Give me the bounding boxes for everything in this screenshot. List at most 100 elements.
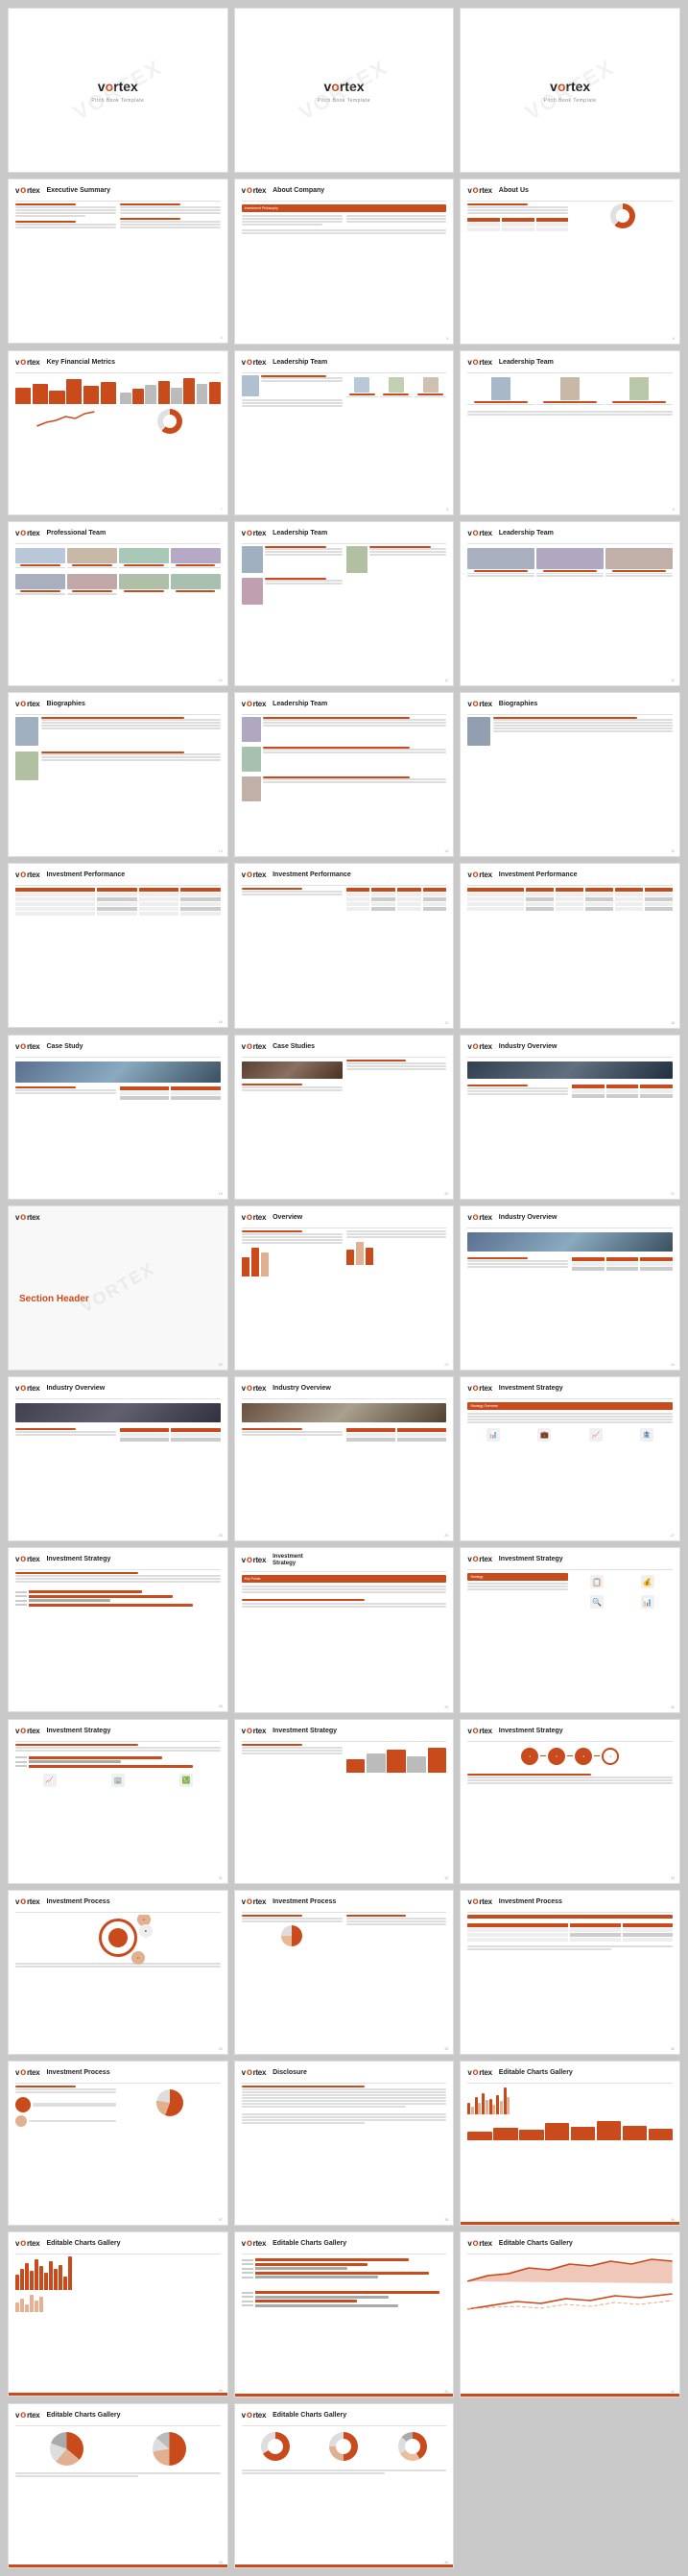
- title-11: Leadership Team: [273, 530, 327, 537]
- page-num-10: 10: [219, 679, 223, 682]
- gallery-container: VORTEX vortex Pitch Book Template VORTEX…: [0, 0, 688, 2576]
- page-num-18: 18: [671, 1021, 675, 1025]
- logo-30: vortex: [467, 1554, 491, 1564]
- page-num-16: 16: [219, 1020, 223, 1024]
- page-num-29: 29: [444, 1705, 448, 1709]
- logo-15: vortex: [467, 699, 491, 709]
- logo-40: vortex: [15, 2238, 39, 2249]
- page-num-22: 22: [219, 1363, 223, 1367]
- logo-28: vortex: [15, 1554, 39, 1564]
- page-num-13: 13: [219, 849, 223, 853]
- logo-18: vortex: [467, 870, 491, 880]
- cover-subtitle-2: Pitch Book Template: [318, 98, 370, 104]
- logo-8: vortex: [242, 357, 266, 368]
- title-5: About Company: [273, 187, 324, 194]
- slide-26: vortex Industry Overview 26: [234, 1376, 455, 1541]
- page-num-9: 9: [673, 508, 675, 512]
- slide-24: vortex Industry Overview 24: [460, 1205, 680, 1371]
- title-20: Case Studies: [273, 1043, 315, 1050]
- profile-grid-10: [15, 548, 221, 569]
- slide-33: vortex Investment Strategy 1 2 3 4 33: [460, 1719, 680, 1884]
- slide-25: vortex Industry Overview 25: [8, 1376, 228, 1541]
- page-num-21: 21: [671, 1192, 675, 1196]
- cover-logo-3: vortex: [550, 79, 590, 94]
- title-19: Case Study: [46, 1043, 83, 1050]
- logo-42: vortex: [467, 2238, 491, 2249]
- slide-43: vortex Editable Charts Gallery 43: [8, 2403, 228, 2568]
- title-32: Investment Strategy: [273, 1728, 337, 1734]
- slide-2: VORTEX vortex Pitch Book Template: [234, 8, 455, 173]
- page-num-12: 12: [671, 679, 675, 682]
- page-num-15: 15: [671, 849, 675, 853]
- page-num-33: 33: [671, 1876, 675, 1880]
- slide-44: vortex Editable Charts Gallery: [234, 2403, 455, 2568]
- icon-row-27: 📊 💼 📈 🏦: [467, 1428, 673, 1442]
- logo-39: vortex: [467, 2067, 491, 2078]
- process-circles-33: 1 2 3 4: [467, 1748, 673, 1765]
- slide-28: vortex Investment Strategy 28: [8, 1547, 228, 1712]
- slide-27: vortex Investment Strategy Strategy Over…: [460, 1376, 680, 1541]
- pie-chart-43a: [50, 2432, 83, 2466]
- page-num-32: 32: [444, 1876, 448, 1880]
- slide-14: vortex Leadership Team: [234, 692, 455, 857]
- slide-16: vortex Investment Performance: [8, 863, 228, 1028]
- logo-26: vortex: [242, 1383, 266, 1394]
- title-35: Investment Process: [273, 1898, 336, 1905]
- chart-39: [467, 2086, 673, 2114]
- logo-36: vortex: [467, 1896, 491, 1907]
- page-num-41: 41: [444, 2390, 448, 2394]
- logo-31: vortex: [15, 1726, 39, 1736]
- title-17: Investment Performance: [273, 871, 351, 878]
- bar-chart-7: [15, 377, 116, 404]
- slide-13: vortex Biographies 13: [8, 692, 228, 857]
- slide-18: vortex Investment Performance 18: [460, 863, 680, 1028]
- logo-37: vortex: [15, 2067, 39, 2078]
- page-num-4: 4: [221, 336, 223, 340]
- slide-1: VORTEX vortex Pitch Book Template: [8, 8, 228, 173]
- bar-chart-39b: [467, 2119, 673, 2140]
- slide-10: vortex Professional Team: [8, 521, 228, 686]
- page-num-24: 24: [671, 1363, 675, 1367]
- slide-11: vortex Leadership Team: [234, 521, 455, 686]
- page-num-25: 25: [219, 1534, 223, 1538]
- logo-19: vortex: [15, 1041, 39, 1052]
- logo-13: vortex: [15, 699, 39, 709]
- slide-20: vortex Case Studies: [234, 1035, 455, 1200]
- page-num-5: 5: [446, 337, 448, 341]
- logo-43: vortex: [15, 2410, 39, 2421]
- title-30: Investment Strategy: [499, 1556, 563, 1562]
- logo-35: vortex: [242, 1896, 266, 1907]
- logo-14: vortex: [242, 699, 266, 709]
- page-num-40: 40: [219, 2389, 223, 2393]
- title-28: Investment Strategy: [46, 1556, 110, 1562]
- area-chart-42: [467, 2256, 673, 2283]
- line-chart-42: [467, 2292, 673, 2311]
- h-bar-chart-28: [15, 1590, 221, 1607]
- title-18: Investment Performance: [499, 871, 578, 878]
- logo-6: vortex: [467, 185, 491, 196]
- slide-32: vortex Investment Strategy: [234, 1719, 455, 1884]
- logo-44: vortex: [242, 2410, 266, 2421]
- title-7: Key Financial Metrics: [46, 359, 115, 366]
- page-num-6: 6: [673, 337, 675, 341]
- logo-23: vortex: [242, 1212, 266, 1223]
- slide-31: vortex Investment Strategy 📈 🏢 💹 31: [8, 1719, 228, 1884]
- logo-41: vortex: [242, 2238, 266, 2249]
- page-num-8: 8: [446, 508, 448, 512]
- photo-19: [15, 1061, 221, 1083]
- donut-chart-44c: [398, 2432, 427, 2461]
- title-41: Editable Charts Gallery: [273, 2240, 346, 2247]
- slide-3: VORTEX vortex Pitch Book Template: [460, 8, 680, 173]
- page-num-42: 42: [671, 2390, 675, 2394]
- donut-6: [610, 203, 635, 228]
- logo-27: vortex: [467, 1383, 491, 1394]
- title-43: Editable Charts Gallery: [46, 2412, 120, 2419]
- slide-30: vortex Investment Strategy Strategy 📋 💰 …: [460, 1547, 680, 1712]
- page-num-11: 11: [445, 679, 449, 682]
- logo-24: vortex: [467, 1212, 491, 1223]
- title-31: Investment Strategy: [46, 1728, 110, 1734]
- slide-6: vortex About Us: [460, 179, 680, 344]
- title-8: Leadership Team: [273, 359, 327, 366]
- slide-35: vortex Investment Process 35: [234, 1890, 455, 2055]
- h-bar-chart-41: [242, 2258, 447, 2278]
